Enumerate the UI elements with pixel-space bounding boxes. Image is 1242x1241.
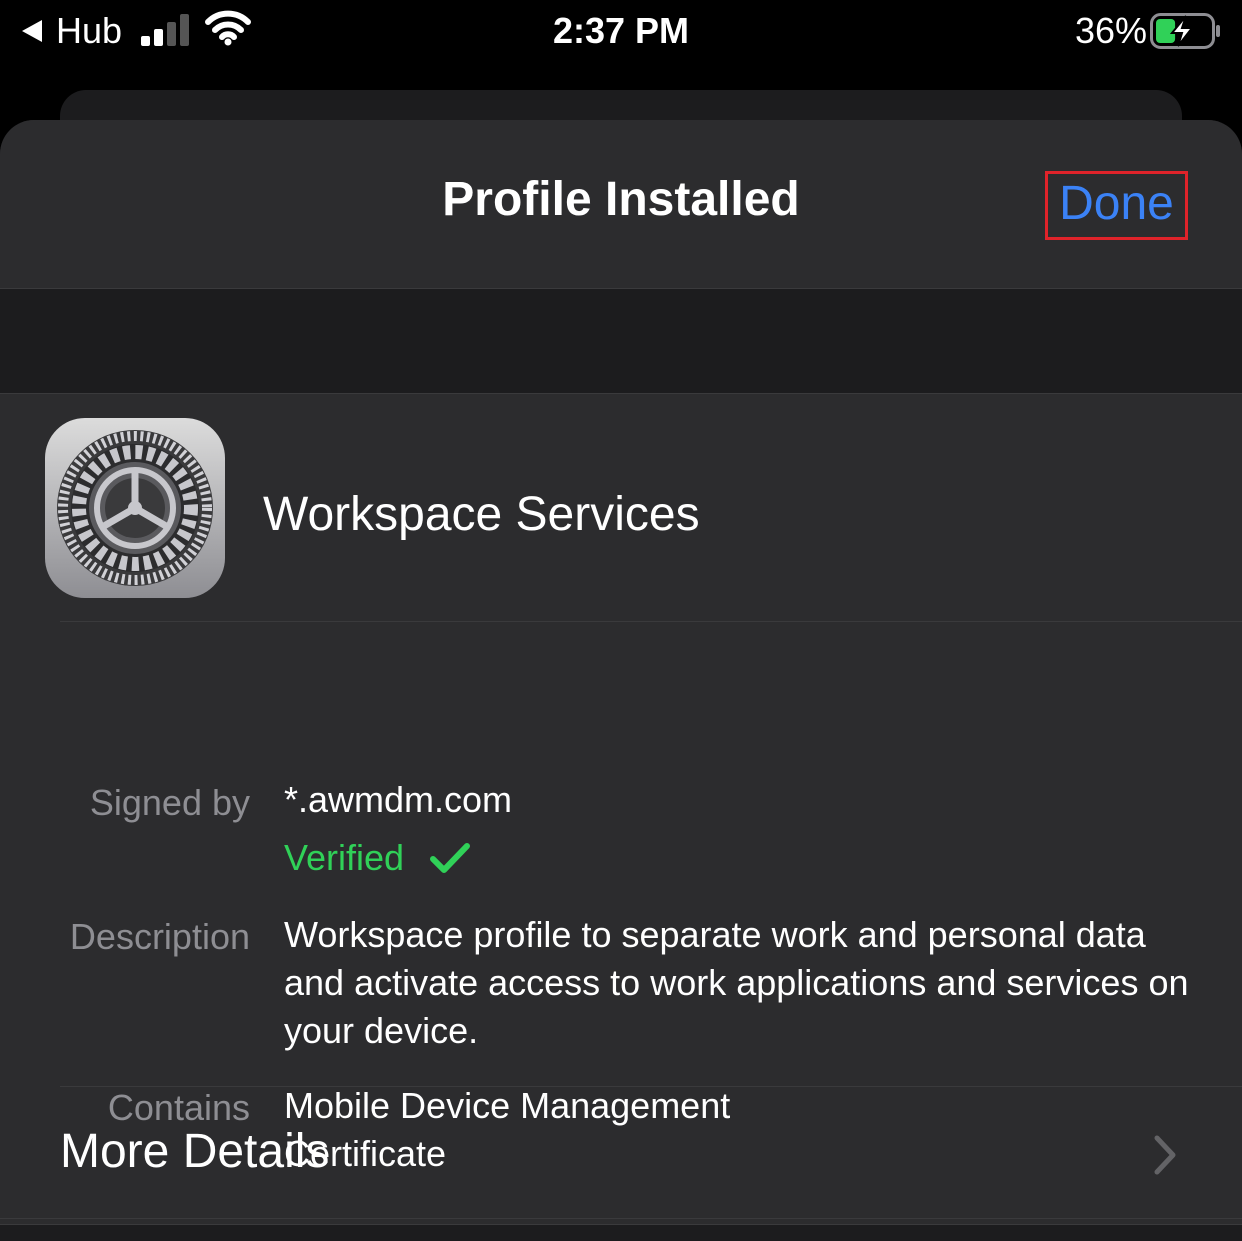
contains-line: Certificate [284,1133,447,1174]
signed-by-value: *.awmdm.com [284,779,513,820]
description-label: Description [69,916,250,957]
description-value: Workspace profile to separate work and p… [284,914,1189,1051]
signed-by-label: Signed by [89,782,250,823]
more-details-link[interactable]: More Details [60,1124,329,1179]
contains-label: Contains [107,1087,250,1128]
status-time: 2:37 PM [552,10,690,51]
profile-installed-sheet: Profile Installed Done Workspace Service… [0,120,1242,1241]
battery-charging-icon [1150,13,1220,49]
profile-card: Workspace Services Signed by *.awmdm.com… [0,393,1242,1225]
profile-name: Workspace Services [263,488,700,541]
checkmark-icon [430,843,471,873]
battery-percent: 36% [1074,10,1147,51]
settings-gear-icon [45,418,225,598]
divider [60,621,1242,622]
divider [0,1218,1242,1219]
verified-status: Verified [284,834,471,882]
contains-line: Mobile Device Management [284,1085,731,1126]
status-bar: Hub 2:37 PM 36% [0,0,1242,70]
chevron-right-icon[interactable] [1152,1134,1178,1176]
verified-label: Verified [284,837,405,878]
divider [60,1086,1242,1087]
done-button[interactable]: Done [1045,171,1188,240]
nav-bar: Profile Installed Done [0,120,1242,289]
contains-value: Mobile Device Management Certificate [284,1082,730,1178]
